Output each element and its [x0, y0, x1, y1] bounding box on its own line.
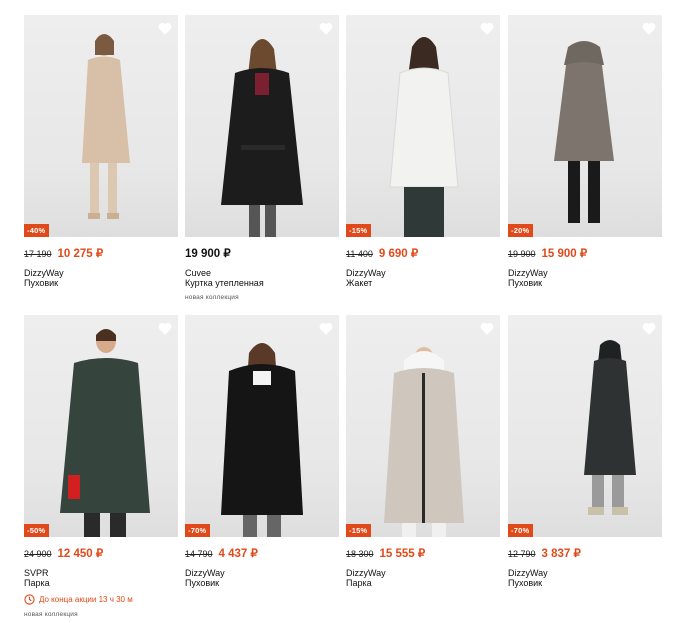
favorite-heart-icon[interactable] [156, 319, 174, 337]
product-brand[interactable]: SVPR [24, 568, 178, 578]
sale-price: 3 837 ₽ [541, 548, 581, 560]
discount-badge: -40% [24, 224, 50, 237]
product-photo[interactable]: -15% [346, 315, 500, 537]
favorite-heart-icon[interactable] [317, 319, 335, 337]
product-photo[interactable]: -40% [24, 15, 178, 237]
product-card[interactable]: -15% 18 300 15 555 ₽ DizzyWay Парка [346, 315, 500, 588]
product-image [584, 340, 636, 515]
product-name[interactable]: Парка [346, 578, 500, 588]
product-card[interactable]: -40% 17 190 10 275 ₽ DizzyWay Пуховик [24, 15, 178, 288]
price-row: 19 900 ₽ [185, 246, 339, 260]
product-name[interactable]: Пуховик [24, 278, 178, 288]
product-card[interactable]: -15% 11 400 9 690 ₽ DizzyWay Жакет [346, 15, 500, 288]
price-row: 12 790 3 837 ₽ [508, 546, 662, 560]
product-brand[interactable]: DizzyWay [508, 268, 662, 278]
product-card[interactable]: -70% 14 790 4 437 ₽ DizzyWay Пуховик [185, 315, 339, 588]
sale-price: 9 690 ₽ [378, 248, 419, 260]
favorite-heart-icon[interactable] [640, 19, 658, 37]
product-brand[interactable]: DizzyWay [24, 268, 178, 278]
price-row: 14 790 4 437 ₽ [185, 546, 339, 560]
promo-timer: До конца акции 13 ч 30 м [24, 594, 178, 605]
favorite-heart-icon[interactable] [156, 19, 174, 37]
product-image [82, 34, 130, 219]
discount-badge: -15% [346, 224, 372, 237]
old-price: 19 900 [508, 249, 536, 259]
product-photo[interactable]: -50% [24, 315, 178, 537]
discount-badge: -70% [508, 524, 534, 537]
product-card[interactable]: -50% 24 900 12 450 ₽ SVPR Парка До конца… [24, 315, 178, 618]
product-photo[interactable]: -70% [185, 315, 339, 537]
product-image [389, 37, 459, 237]
clock-icon [24, 594, 35, 605]
product-brand[interactable]: DizzyWay [185, 568, 339, 578]
product-image [60, 329, 150, 537]
favorite-heart-icon[interactable] [478, 19, 496, 37]
promo-timer-text: До конца акции 13 ч 30 м [39, 595, 133, 604]
new-collection-tag: новая коллекция [24, 611, 78, 618]
product-card[interactable]: -20% 19 900 15 900 ₽ DizzyWay Пуховик [508, 15, 662, 288]
discount-badge: -50% [24, 524, 50, 537]
old-price: 24 900 [24, 549, 52, 559]
product-image [221, 343, 303, 537]
product-photo[interactable] [185, 15, 339, 237]
price-row: 11 400 9 690 ₽ [346, 246, 500, 260]
product-brand[interactable]: Cuvee [185, 268, 339, 278]
old-price: 12 790 [508, 549, 536, 559]
old-price: 11 400 [346, 249, 373, 259]
price-row: 18 300 15 555 ₽ [346, 546, 500, 560]
old-price: 17 190 [24, 249, 52, 259]
product-card[interactable]: 19 900 ₽ Cuvee Куртка утепленная новая к… [185, 15, 339, 301]
favorite-heart-icon[interactable] [478, 319, 496, 337]
product-name[interactable]: Жакет [346, 278, 500, 288]
product-image [384, 347, 464, 537]
sale-price: 10 275 ₽ [57, 248, 104, 260]
product-name[interactable]: Пуховик [508, 578, 662, 588]
sale-price: 15 555 ₽ [379, 548, 426, 560]
discount-badge: -70% [185, 524, 211, 537]
product-image [554, 41, 614, 223]
product-name[interactable]: Парка [24, 578, 178, 588]
favorite-heart-icon[interactable] [640, 319, 658, 337]
price: 19 900 ₽ [185, 248, 231, 260]
discount-badge: -15% [346, 524, 372, 537]
sale-price: 15 900 ₽ [541, 248, 588, 260]
product-name[interactable]: Куртка утепленная [185, 278, 339, 288]
product-card[interactable]: -70% 12 790 3 837 ₽ DizzyWay Пуховик [508, 315, 662, 588]
product-image [221, 39, 303, 237]
product-brand[interactable]: DizzyWay [346, 268, 500, 278]
price-row: 19 900 15 900 ₽ [508, 246, 662, 260]
product-name[interactable]: Пуховик [185, 578, 339, 588]
discount-badge: -20% [508, 224, 534, 237]
sale-price: 4 437 ₽ [218, 548, 258, 560]
new-collection-tag: новая коллекция [185, 294, 239, 301]
product-brand[interactable]: DizzyWay [508, 568, 662, 578]
old-price: 14 790 [185, 549, 213, 559]
favorite-heart-icon[interactable] [317, 19, 335, 37]
product-photo[interactable]: -15% [346, 15, 500, 237]
product-brand[interactable]: DizzyWay [346, 568, 500, 578]
product-name[interactable]: Пуховик [508, 278, 662, 288]
old-price: 18 300 [346, 549, 374, 559]
price-row: 17 190 10 275 ₽ [24, 246, 178, 260]
product-photo[interactable]: -20% [508, 15, 662, 237]
product-photo[interactable]: -70% [508, 315, 662, 537]
price-row: 24 900 12 450 ₽ [24, 546, 178, 560]
sale-price: 12 450 ₽ [57, 548, 104, 560]
